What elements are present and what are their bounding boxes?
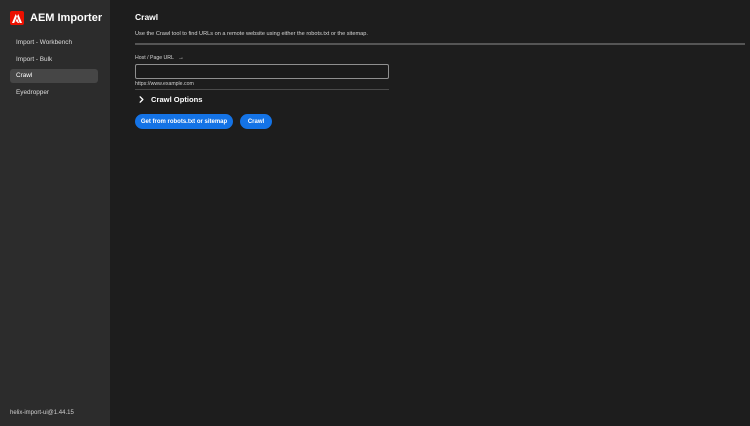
get-robots-button[interactable]: Get from robots.txt or sitemap	[135, 114, 233, 129]
field-divider	[135, 89, 389, 90]
section-divider	[135, 43, 745, 45]
sidebar-nav: Import - Workbench Import - Bulk Crawl E…	[10, 36, 98, 102]
url-input[interactable]	[135, 64, 389, 79]
url-field-label-text: Host / Page URL	[135, 55, 174, 61]
crawl-button[interactable]: Crawl	[240, 114, 272, 129]
version-label: helix-import-ui@1.44.15	[10, 410, 74, 416]
sidebar-item-eyedropper[interactable]: Eyedropper	[10, 86, 98, 100]
app-brand: AEM Importer	[10, 11, 102, 25]
arrow-right-icon: →	[177, 55, 184, 61]
crawl-options-label: Crawl Options	[151, 95, 203, 104]
chevron-right-icon	[139, 96, 144, 103]
sidebar-item-import-bulk[interactable]: Import - Bulk	[10, 53, 98, 67]
page-description: Use the Crawl tool to find URLs on a rem…	[135, 31, 368, 37]
crawl-options-toggle[interactable]: Crawl Options	[137, 95, 202, 104]
sidebar-item-crawl[interactable]: Crawl	[10, 69, 98, 84]
adobe-logo-icon	[10, 11, 24, 25]
sidebar-item-import-workbench[interactable]: Import - Workbench	[10, 36, 98, 50]
url-help-text: https://www.example.com	[135, 81, 194, 87]
page-title: Crawl	[135, 12, 159, 22]
sidebar: AEM Importer Import - Workbench Import -…	[0, 0, 110, 426]
app-title: AEM Importer	[30, 12, 103, 24]
url-field-label: Host / Page URL →	[135, 55, 184, 61]
main-content: Crawl Use the Crawl tool to find URLs on…	[135, 0, 745, 426]
